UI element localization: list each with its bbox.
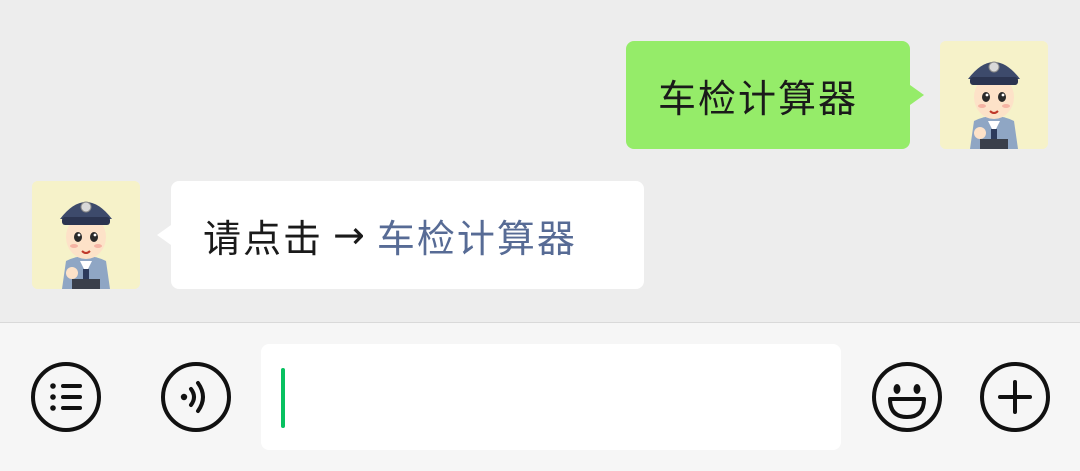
outgoing-message-text: 车检计算器 — [658, 76, 859, 121]
emoji-button[interactable] — [871, 361, 943, 433]
arrow-text: → — [333, 213, 367, 257]
voice-icon — [161, 362, 231, 432]
text-cursor — [281, 368, 285, 428]
incoming-message-bubble: 请点击 → 车检计算器 — [157, 181, 644, 289]
input-bar — [0, 322, 1080, 471]
bubble-tail — [157, 225, 171, 245]
menu-button[interactable] — [30, 361, 102, 433]
police-avatar-icon — [940, 41, 1048, 149]
incoming-message-prefix: 请点击 — [203, 216, 324, 261]
voice-button[interactable] — [160, 361, 232, 433]
list-icon — [31, 362, 101, 432]
chat-area: 车检计算器 请点击 → 车检计算器 — [0, 0, 1080, 322]
plus-icon — [980, 362, 1050, 432]
emoji-icon — [872, 362, 942, 432]
more-button[interactable] — [979, 361, 1051, 433]
bubble-tail — [910, 85, 924, 105]
police-avatar-icon — [32, 181, 140, 289]
message-input[interactable] — [261, 344, 841, 450]
outgoing-message-bubble[interactable]: 车检计算器 — [626, 41, 924, 149]
contact-avatar[interactable] — [32, 181, 140, 289]
self-avatar[interactable] — [940, 41, 1048, 149]
calculator-link[interactable]: 车检计算器 — [377, 208, 577, 263]
